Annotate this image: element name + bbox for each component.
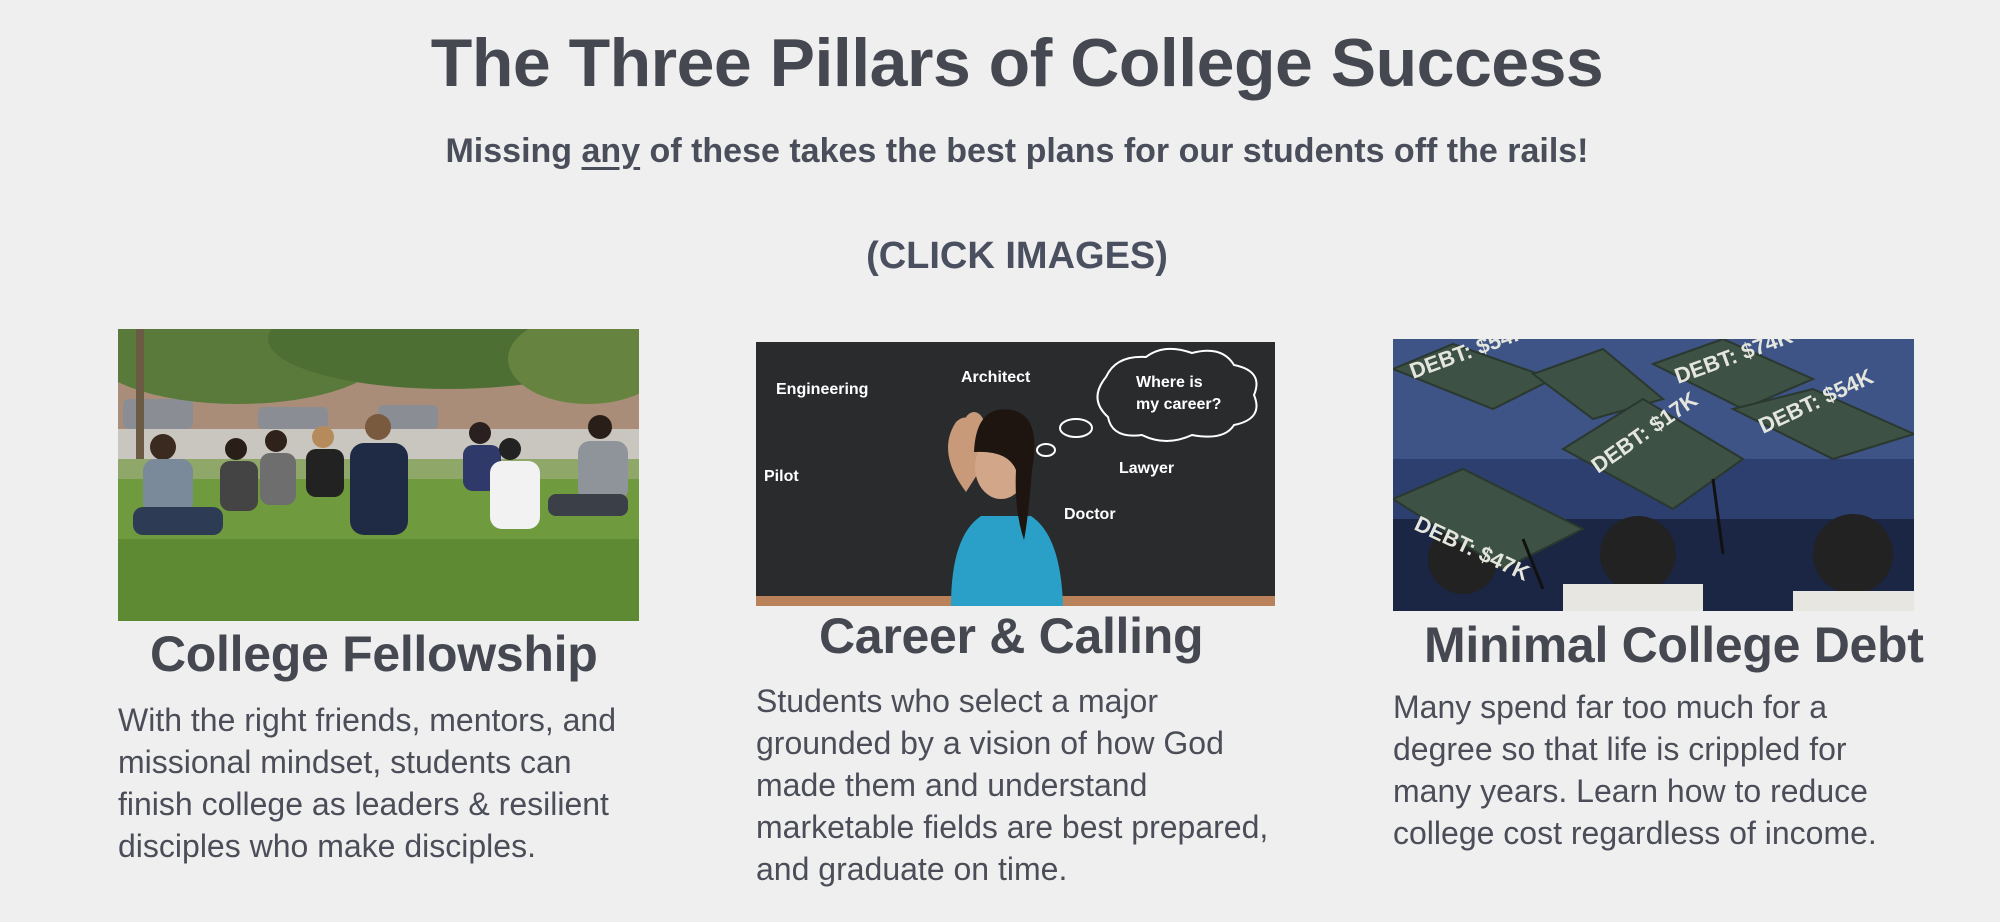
chalk-word: Architect [961,369,1031,386]
click-images-hint: (CLICK IMAGES) [866,235,1168,277]
chalk-word: Doctor [1064,506,1116,523]
graduation-caps-debt-photo: DEBT: $54K DEBT: $74K DEBT: $47K DEBT: $… [1393,339,1914,611]
thought-bubble-line: Where is [1136,374,1203,391]
chalkboard-career-photo: Engineering Architect Pilot Lawyer Docto… [756,342,1275,606]
pillar-description: Students who select a major grounded by … [756,683,1269,887]
pillar-heading: Career & Calling [819,608,1204,664]
students-group-photo [118,329,639,621]
pillar-card-fellowship: College Fellowship With the right friend… [118,329,639,867]
thought-bubble-line: my career? [1136,396,1221,413]
pillar-card-career: Engineering Architect Pilot Lawyer Docto… [756,342,1275,890]
pillar-description: With the right friends, mentors, and mis… [118,702,616,864]
pillar-description: Many spend far too much for a degree so … [1393,689,1877,851]
pillar-heading: Minimal College Debt [1424,617,1924,673]
page-title: The Three Pillars of College Success [430,25,1604,101]
career-image-link[interactable]: Engineering Architect Pilot Lawyer Docto… [756,342,1275,606]
chalk-word: Pilot [764,468,799,485]
subtitle-emphasis: any [581,132,641,170]
subtitle-tail: of these takes the best plans for our st… [640,132,1589,170]
debt-image-link[interactable]: DEBT: $54K DEBT: $74K DEBT: $47K DEBT: $… [1393,339,1914,611]
pillar-card-debt: DEBT: $54K DEBT: $74K DEBT: $47K DEBT: $… [1393,339,1924,854]
fellowship-image-link[interactable] [118,329,639,621]
page-subtitle: Missing any of these takes the best plan… [0,132,2000,171]
chalk-word: Lawyer [1119,460,1174,477]
chalk-word: Engineering [776,381,868,398]
pillar-heading: College Fellowship [150,626,598,682]
subtitle-lead: Missing [445,132,582,170]
